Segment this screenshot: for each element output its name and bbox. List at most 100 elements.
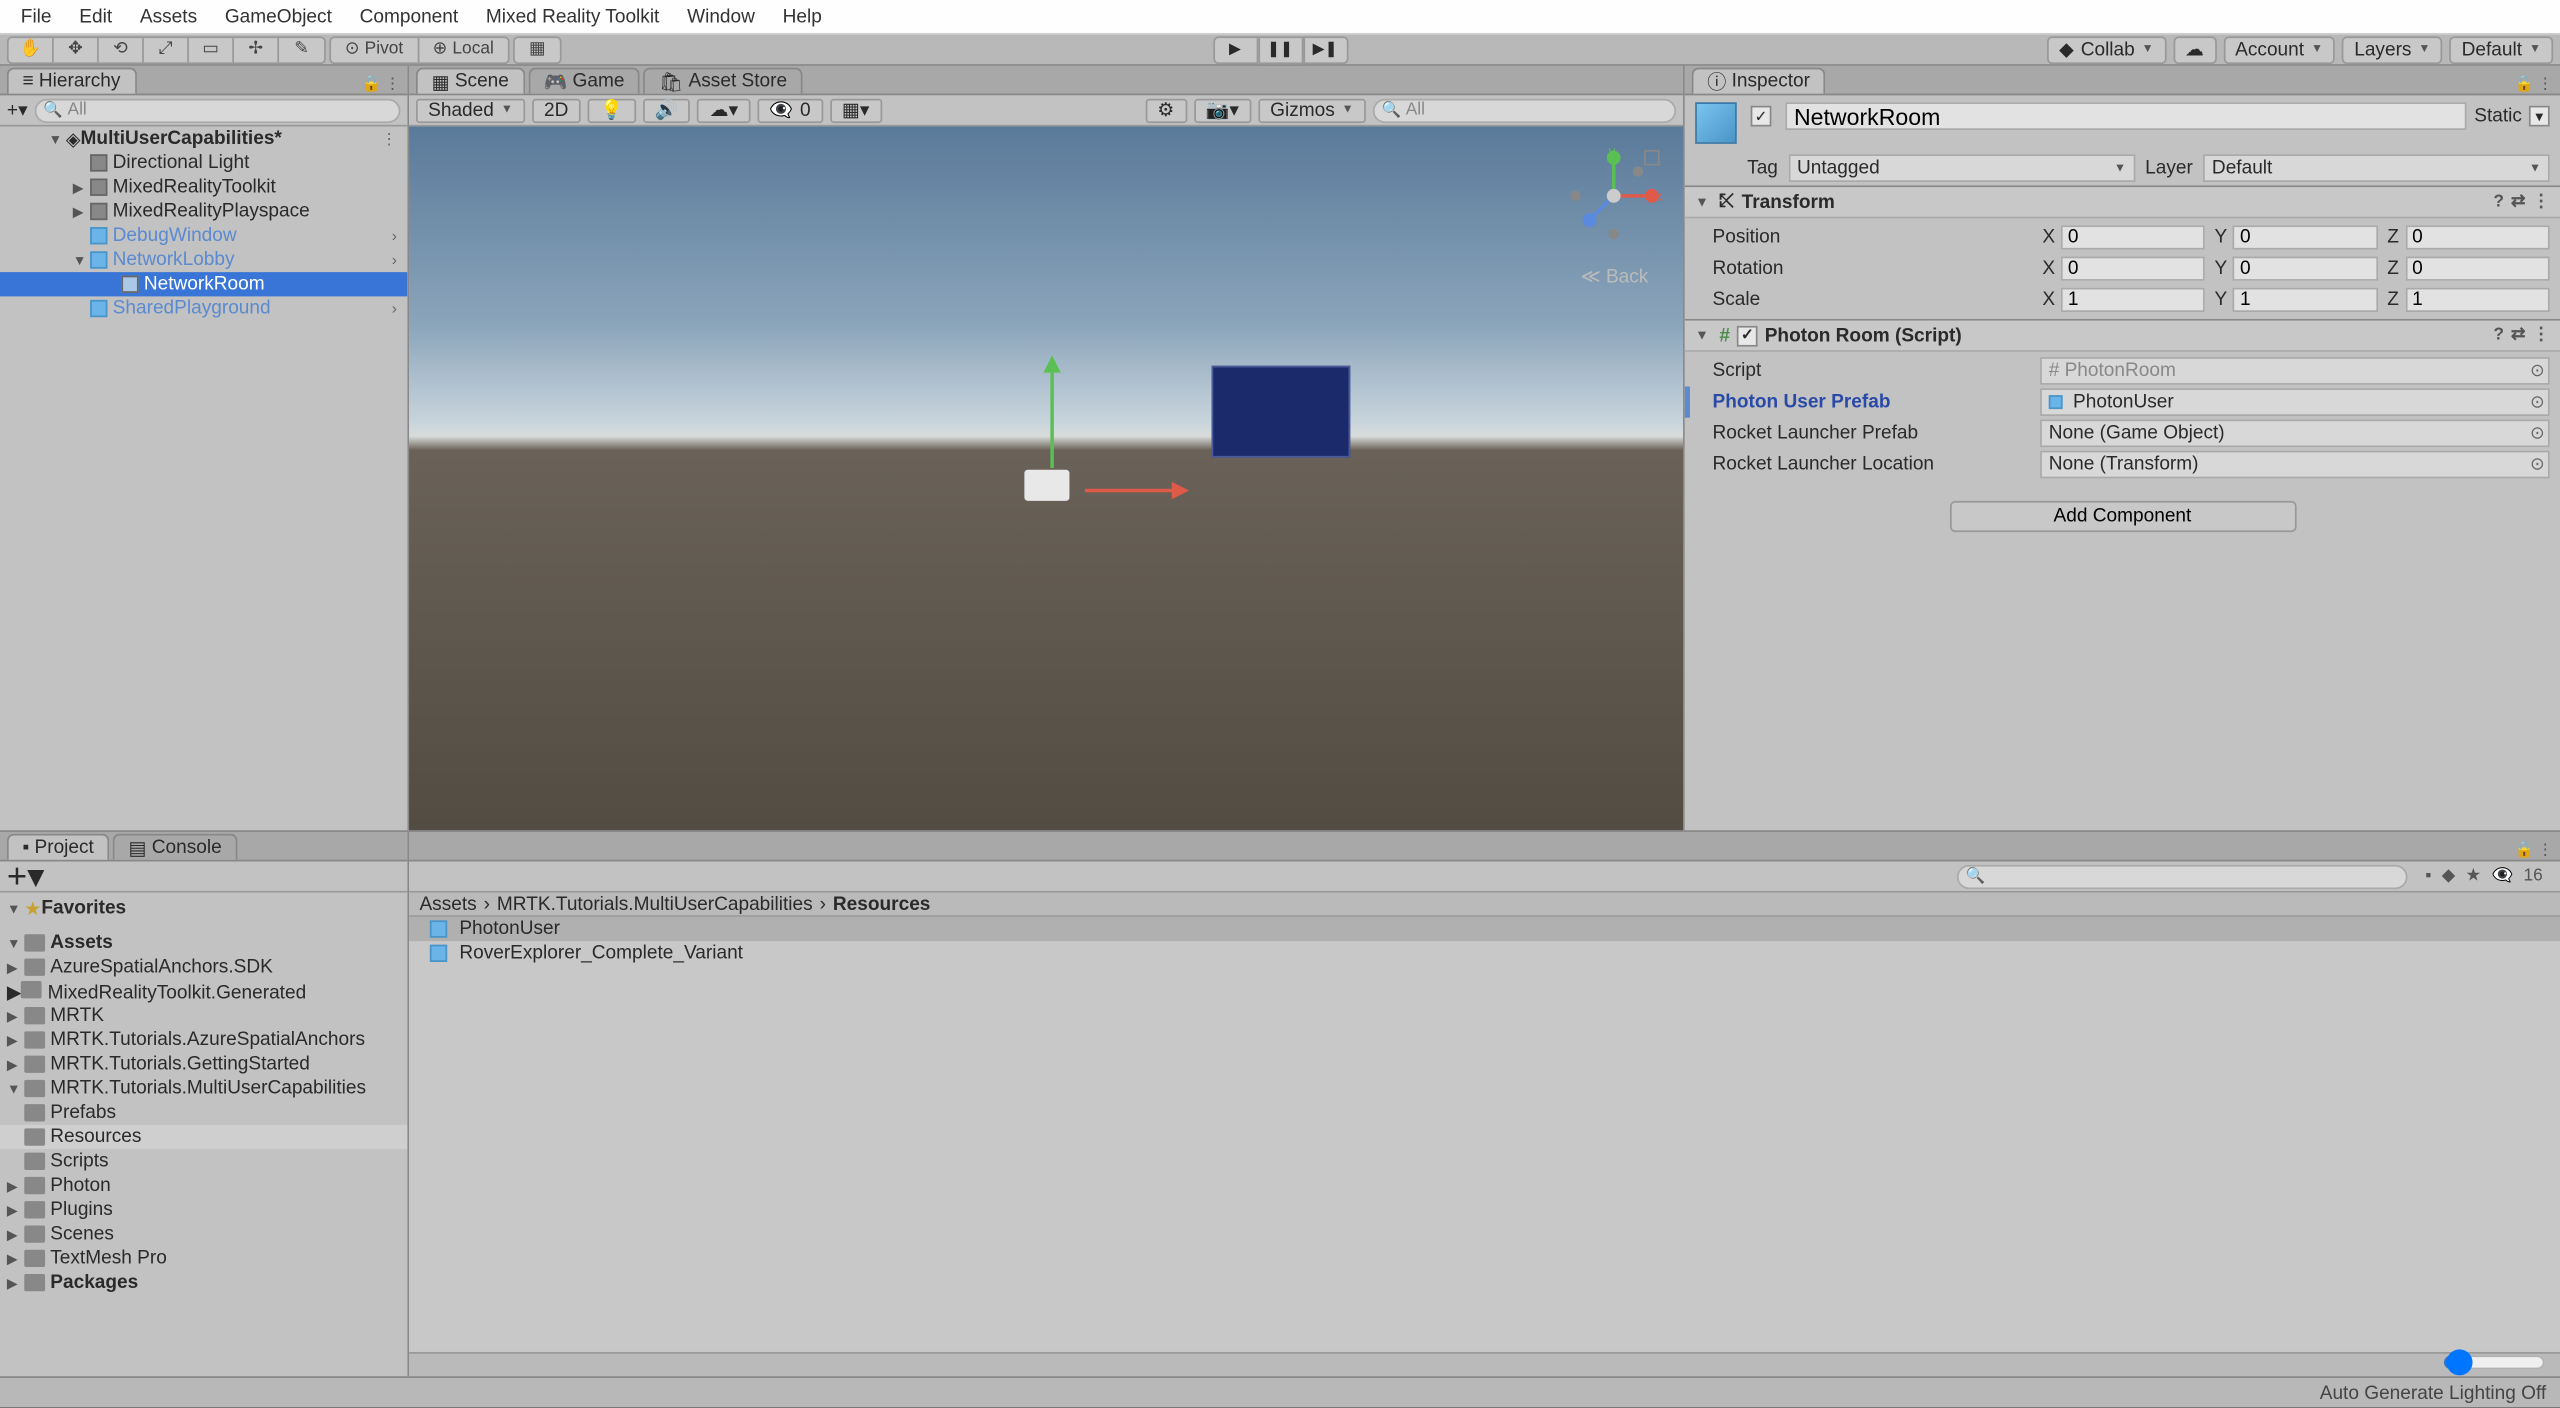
rect-tool-icon[interactable]: ▭: [189, 37, 234, 61]
project-search[interactable]: [1957, 864, 2408, 888]
grid-toggle-icon[interactable]: ▦▾: [830, 98, 882, 122]
create-dropdown[interactable]: +▾: [7, 99, 28, 122]
project-tab[interactable]: ▪ Project: [7, 834, 110, 860]
tree-item[interactable]: DebugWindow›: [0, 224, 407, 248]
menu-gameobject[interactable]: GameObject: [211, 6, 346, 27]
tree-item[interactable]: ▶MixedRealityPlayspace: [0, 199, 407, 223]
preset-icon[interactable]: ⇄: [2511, 192, 2526, 211]
menu-help[interactable]: Help: [769, 6, 836, 27]
panel-menu-icon[interactable]: ⋮: [385, 75, 401, 94]
scene-view[interactable]: y x ≪ Back: [409, 127, 1683, 831]
scene-panel-object[interactable]: [1212, 366, 1351, 458]
tree-item[interactable]: SharedPlayground›: [0, 296, 407, 320]
hand-tool-icon[interactable]: ✋: [9, 37, 54, 61]
help-icon[interactable]: ?: [2493, 192, 2504, 211]
hidden-icon[interactable]: 👁‍🗨: [2491, 867, 2513, 886]
folder-row[interactable]: ▶MRTK: [0, 1004, 407, 1028]
lock-icon[interactable]: 🔒: [362, 75, 381, 94]
rocket-prefab-field[interactable]: None (Game Object)⊙: [2040, 419, 2550, 447]
folder-row[interactable]: ▶Plugins: [0, 1198, 407, 1222]
move-gizmo-x[interactable]: [1172, 482, 1189, 499]
layer-dropdown[interactable]: Default▼: [2203, 154, 2549, 182]
rocket-location-field[interactable]: None (Transform)⊙: [2040, 451, 2550, 479]
snap-tool-icon[interactable]: ▦: [515, 37, 560, 61]
static-checkbox[interactable]: ▾: [2529, 106, 2550, 127]
tree-item[interactable]: Directional Light: [0, 151, 407, 175]
pos-z[interactable]: [2405, 225, 2549, 249]
asset-store-tab[interactable]: 🛍 Asset Store: [644, 68, 803, 94]
scene-search[interactable]: All: [1373, 98, 1676, 122]
assets-row[interactable]: ▼Assets: [0, 931, 407, 955]
2d-toggle[interactable]: 2D: [532, 98, 581, 122]
breadcrumb-item[interactable]: Resources: [833, 894, 931, 915]
collab-dropdown[interactable]: ◆Collab▼: [2047, 36, 2166, 64]
pos-y[interactable]: [2233, 225, 2377, 249]
menu-edit[interactable]: Edit: [65, 6, 126, 27]
rot-y[interactable]: [2233, 257, 2377, 281]
folder-row[interactable]: ▶TextMesh Pro: [0, 1246, 407, 1270]
rot-z[interactable]: [2405, 257, 2549, 281]
folder-row[interactable]: ▶MRTK.Tutorials.AzureSpatialAnchors: [0, 1028, 407, 1052]
move-gizmo-y[interactable]: [1043, 355, 1060, 372]
tag-dropdown[interactable]: Untagged▼: [1788, 154, 2134, 182]
transform-header[interactable]: ▼⤪ Transform ?⇄⋮: [1685, 187, 2560, 218]
play-button[interactable]: ▶: [1212, 36, 1257, 64]
asset-item[interactable]: PhotonUser: [409, 917, 2560, 941]
folder-row[interactable]: ▼MRTK.Tutorials.MultiUserCapabilities: [0, 1076, 407, 1100]
menu-icon[interactable]: ⋮: [2532, 192, 2549, 211]
photon-room-header[interactable]: ▼# ✓ Photon Room (Script) ?⇄⋮: [1685, 321, 2560, 352]
filter-icon[interactable]: ★: [2466, 867, 2482, 886]
scl-x[interactable]: [2061, 288, 2205, 312]
account-dropdown[interactable]: Account▼: [2223, 36, 2335, 64]
panel-menu-icon[interactable]: ⋮: [2538, 841, 2554, 860]
move-tool-icon[interactable]: ✥: [54, 37, 99, 61]
lock-icon[interactable]: 🔒: [2515, 75, 2534, 94]
folder-row[interactable]: Scripts: [0, 1149, 407, 1173]
scene-row[interactable]: ▼ ◈ MultiUserCapabilities* ⋮: [0, 127, 407, 151]
scl-z[interactable]: [2405, 288, 2549, 312]
add-component-button[interactable]: Add Component: [1949, 501, 2296, 532]
menu-window[interactable]: Window: [673, 6, 769, 27]
hierarchy-tab[interactable]: ≡ Hierarchy: [7, 68, 136, 94]
photon-user-prefab-field[interactable]: PhotonUser⊙: [2040, 388, 2550, 416]
local-button[interactable]: ⊕Local: [419, 37, 508, 61]
preset-icon[interactable]: ⇄: [2511, 326, 2526, 345]
breadcrumb-item[interactable]: Assets: [419, 894, 476, 915]
menu-assets[interactable]: Assets: [126, 6, 211, 27]
cloud-button[interactable]: ☁: [2173, 36, 2216, 64]
scl-y[interactable]: [2233, 288, 2377, 312]
shaded-dropdown[interactable]: Shaded▼: [416, 98, 525, 122]
audio-toggle-icon[interactable]: 🔊: [642, 98, 690, 122]
scene-menu-icon[interactable]: ⋮: [381, 129, 397, 148]
layers-dropdown[interactable]: Layers▼: [2342, 36, 2442, 64]
script-field[interactable]: #PhotonRoom⊙: [2040, 357, 2550, 385]
help-icon[interactable]: ?: [2493, 326, 2504, 345]
camera-icon[interactable]: 📷▾: [1193, 98, 1251, 122]
tree-item[interactable]: ▶MixedRealityToolkit: [0, 175, 407, 199]
menu-mrtk[interactable]: Mixed Reality Toolkit: [472, 6, 673, 27]
component-enabled-checkbox[interactable]: ✓: [1737, 325, 1758, 346]
folder-row[interactable]: ▶Photon: [0, 1173, 407, 1197]
menu-icon[interactable]: ⋮: [2532, 326, 2549, 345]
scale-tool-icon[interactable]: ⤢: [144, 37, 189, 61]
rotate-tool-icon[interactable]: ⟲: [99, 37, 144, 61]
active-checkbox[interactable]: ✓: [1751, 106, 1772, 127]
lighting-status[interactable]: Auto Generate Lighting Off: [2320, 1382, 2546, 1403]
pivot-button[interactable]: ⊙Pivot: [331, 37, 419, 61]
folder-row[interactable]: ▶MRTK.Tutorials.GettingStarted: [0, 1052, 407, 1076]
pause-button[interactable]: ❚❚: [1258, 36, 1303, 64]
favorites-row[interactable]: ▼★ Favorites: [0, 896, 407, 920]
tree-item-selected[interactable]: NetworkRoom: [0, 272, 407, 296]
transform-tool-icon[interactable]: ✢: [234, 37, 279, 61]
custom-tool-icon[interactable]: ✎: [279, 37, 324, 61]
inspector-tab[interactable]: ⓘ Inspector: [1692, 68, 1826, 94]
folder-row[interactable]: ▶AzureSpatialAnchors.SDK: [0, 955, 407, 979]
menu-file[interactable]: File: [7, 6, 65, 27]
filter-icon[interactable]: ▪: [2425, 867, 2431, 886]
hidden-toggle[interactable]: 👁‍🗨 0: [757, 98, 823, 122]
name-field[interactable]: [1785, 102, 2467, 130]
packages-row[interactable]: ▶Packages: [0, 1271, 407, 1295]
folder-row-selected[interactable]: Resources: [0, 1125, 407, 1149]
gizmos-dropdown[interactable]: Gizmos▼: [1258, 98, 1366, 122]
folder-row[interactable]: ▶Scenes: [0, 1222, 407, 1246]
